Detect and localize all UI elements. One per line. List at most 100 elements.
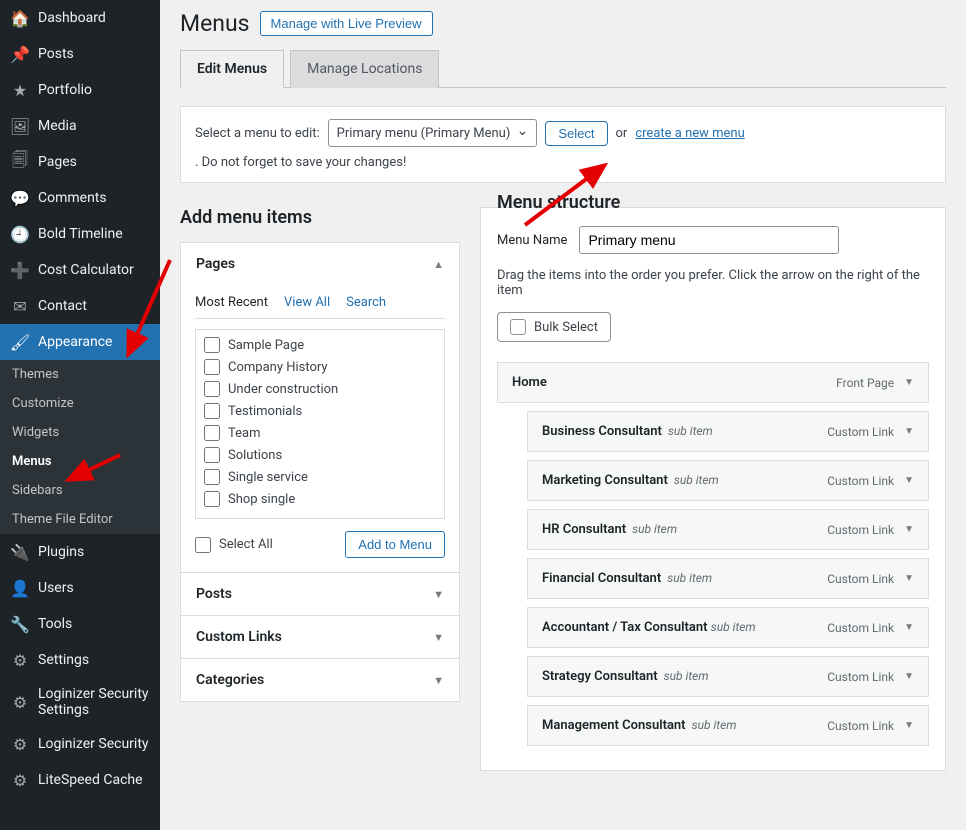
sidebar-item-loginizer-security-settings[interactable]: ⚙Loginizer Security Settings bbox=[0, 678, 160, 726]
menu-name-input[interactable] bbox=[579, 226, 839, 254]
page-list-item[interactable]: Shop single bbox=[202, 488, 438, 510]
bulk-select-checkbox[interactable] bbox=[510, 319, 526, 335]
users-icon: 👤 bbox=[10, 578, 30, 598]
submenu-item-widgets[interactable]: Widgets bbox=[0, 418, 160, 447]
select-all-checkbox[interactable] bbox=[195, 537, 211, 553]
submenu-item-menus[interactable]: Menus bbox=[0, 447, 160, 476]
plugins-icon: 🔌 bbox=[10, 542, 30, 562]
sidebar-item-label: Media bbox=[38, 118, 77, 134]
accordion-custom-links-head[interactable]: Custom Links ▼ bbox=[181, 616, 459, 658]
accordion-categories: Categories ▼ bbox=[180, 658, 460, 702]
page-checkbox[interactable] bbox=[204, 337, 220, 353]
menu-select-dropdown[interactable]: Primary menu (Primary Menu) bbox=[328, 119, 538, 147]
page-checkbox[interactable] bbox=[204, 381, 220, 397]
menu-item-management-consultant[interactable]: Management Consultantsub item Custom Lin… bbox=[527, 705, 929, 746]
page-title: Menus bbox=[180, 10, 250, 37]
sidebar-item-plugins[interactable]: 🔌 Plugins bbox=[0, 534, 160, 570]
sidebar-item-label: Bold Timeline bbox=[38, 226, 123, 242]
main-content: Menus Manage with Live Preview Edit Menu… bbox=[160, 0, 966, 830]
manage-live-preview-button[interactable]: Manage with Live Preview bbox=[260, 11, 433, 36]
submenu-item-theme-file-editor[interactable]: Theme File Editor bbox=[0, 505, 160, 534]
accordion-categories-head[interactable]: Categories ▼ bbox=[181, 659, 459, 701]
sidebar-item-contact[interactable]: ✉Contact bbox=[0, 288, 160, 324]
menu-item-hr-consultant[interactable]: HR Consultantsub item Custom Link▼ bbox=[527, 509, 929, 550]
tab-manage-locations[interactable]: Manage Locations bbox=[290, 50, 439, 88]
sidebar-item-pages[interactable]: 🗐Pages bbox=[0, 144, 160, 180]
menu-item-strategy-consultant[interactable]: Strategy Consultantsub item Custom Link▼ bbox=[527, 656, 929, 697]
page-list-item[interactable]: Solutions bbox=[202, 444, 438, 466]
page-checkbox[interactable] bbox=[204, 447, 220, 463]
accordion-pages-body: Most Recent View All Search Sample Page … bbox=[181, 285, 459, 572]
menu-item-accountant-tax-consultant[interactable]: Accountant / Tax Consultant sub item Cus… bbox=[527, 607, 929, 648]
caret-down-icon[interactable]: ▼ bbox=[904, 671, 914, 682]
sidebar-item-tools[interactable]: 🔧 Tools bbox=[0, 606, 160, 642]
inner-tab-search[interactable]: Search bbox=[346, 295, 386, 310]
submenu-item-customize[interactable]: Customize bbox=[0, 389, 160, 418]
sidebar-item-users[interactable]: 👤 Users bbox=[0, 570, 160, 606]
sidebar-item-bold-timeline[interactable]: 🕘Bold Timeline bbox=[0, 216, 160, 252]
add-to-menu-button[interactable]: Add to Menu bbox=[345, 531, 445, 558]
menu-item-financial-consultant[interactable]: Financial Consultantsub item Custom Link… bbox=[527, 558, 929, 599]
inner-tab-most-recent[interactable]: Most Recent bbox=[195, 295, 268, 310]
page-list-item[interactable]: Under construction bbox=[202, 378, 438, 400]
page-checkbox[interactable] bbox=[204, 491, 220, 507]
pages-list[interactable]: Sample Page Company History Under constr… bbox=[195, 329, 445, 519]
submenu-item-sidebars[interactable]: Sidebars bbox=[0, 476, 160, 505]
sidebar-item-label: Portfolio bbox=[38, 82, 92, 98]
menu-name-row: Menu Name bbox=[497, 226, 929, 254]
sidebar-item-label: Tools bbox=[38, 616, 72, 632]
page-checkbox[interactable] bbox=[204, 359, 220, 375]
accordion-pages-label: Pages bbox=[196, 256, 235, 272]
caret-down-icon[interactable]: ▼ bbox=[904, 524, 914, 535]
menu-name-label: Menu Name bbox=[497, 233, 567, 248]
accordion-pages-head[interactable]: Pages ▲ bbox=[181, 243, 459, 285]
page-list-item[interactable]: Single service bbox=[202, 466, 438, 488]
sidebar-item-posts[interactable]: 📌Posts bbox=[0, 36, 160, 72]
structure-hint: Drag the items into the order you prefer… bbox=[497, 268, 929, 298]
bulk-select-button[interactable]: Bulk Select bbox=[497, 312, 611, 342]
sidebar-item-label: Users bbox=[38, 580, 74, 596]
select-all-label[interactable]: Select All bbox=[195, 537, 273, 553]
menu-structure-column: Menu structure Menu Name Drag the items … bbox=[480, 207, 946, 771]
page-list-item[interactable]: Testimonials bbox=[202, 400, 438, 422]
caret-down-icon[interactable]: ▼ bbox=[904, 720, 914, 731]
page-checkbox[interactable] bbox=[204, 403, 220, 419]
sidebar-item-litespeed-cache[interactable]: ⚙LiteSpeed Cache bbox=[0, 762, 160, 798]
page-checkbox[interactable] bbox=[204, 469, 220, 485]
tab-edit-menus[interactable]: Edit Menus bbox=[180, 50, 284, 88]
tools-icon: 🔧 bbox=[10, 614, 30, 634]
menu-structure-title: Menu structure bbox=[497, 192, 620, 213]
menu-item-marketing-consultant[interactable]: Marketing Consultantsub item Custom Link… bbox=[527, 460, 929, 501]
sidebar-item-settings[interactable]: ⚙Settings bbox=[0, 642, 160, 678]
posts-icon: 📌 bbox=[10, 44, 30, 64]
sidebar-item-cost-calculator[interactable]: ➕Cost Calculator bbox=[0, 252, 160, 288]
accordion-posts-head[interactable]: Posts ▼ bbox=[181, 573, 459, 615]
sidebar-item-media[interactable]: 🖼Media bbox=[0, 108, 160, 144]
menu-item-business-consultant[interactable]: Business Consultantsub item Custom Link▼ bbox=[527, 411, 929, 452]
caret-down-icon[interactable]: ▼ bbox=[904, 573, 914, 584]
page-list-item[interactable]: Sample Page bbox=[202, 334, 438, 356]
sidebar-item-loginizer-security[interactable]: ⚙Loginizer Security bbox=[0, 726, 160, 762]
inner-tab-view-all[interactable]: View All bbox=[284, 295, 330, 310]
sidebar-item-portfolio[interactable]: ★Portfolio bbox=[0, 72, 160, 108]
sidebar-item-label: LiteSpeed Cache bbox=[38, 772, 143, 788]
sidebar-item-label: Plugins bbox=[38, 544, 84, 560]
select-button[interactable]: Select bbox=[545, 121, 607, 146]
caret-down-icon[interactable]: ▼ bbox=[904, 622, 914, 633]
caret-down-icon[interactable]: ▼ bbox=[904, 377, 914, 388]
submenu-item-themes[interactable]: Themes bbox=[0, 360, 160, 389]
sidebar-item-label: Cost Calculator bbox=[38, 262, 134, 278]
caret-down-icon[interactable]: ▼ bbox=[904, 475, 914, 486]
caret-down-icon: ▼ bbox=[433, 588, 444, 601]
caret-down-icon[interactable]: ▼ bbox=[904, 426, 914, 437]
page-list-item[interactable]: Team bbox=[202, 422, 438, 444]
page-checkbox[interactable] bbox=[204, 425, 220, 441]
sidebar-item-label: Appearance bbox=[38, 334, 112, 350]
sidebar-item-appearance[interactable]: 🖌Appearance bbox=[0, 324, 160, 360]
sidebar-item-dashboard[interactable]: 🏠Dashboard bbox=[0, 0, 160, 36]
menu-select-row: Select a menu to edit: Primary menu (Pri… bbox=[180, 106, 946, 183]
sidebar-item-comments[interactable]: 💬Comments bbox=[0, 180, 160, 216]
page-list-item[interactable]: Company History bbox=[202, 356, 438, 378]
create-new-menu-link[interactable]: create a new menu bbox=[635, 126, 744, 141]
menu-item-home[interactable]: Home Front Page▼ bbox=[497, 362, 929, 403]
